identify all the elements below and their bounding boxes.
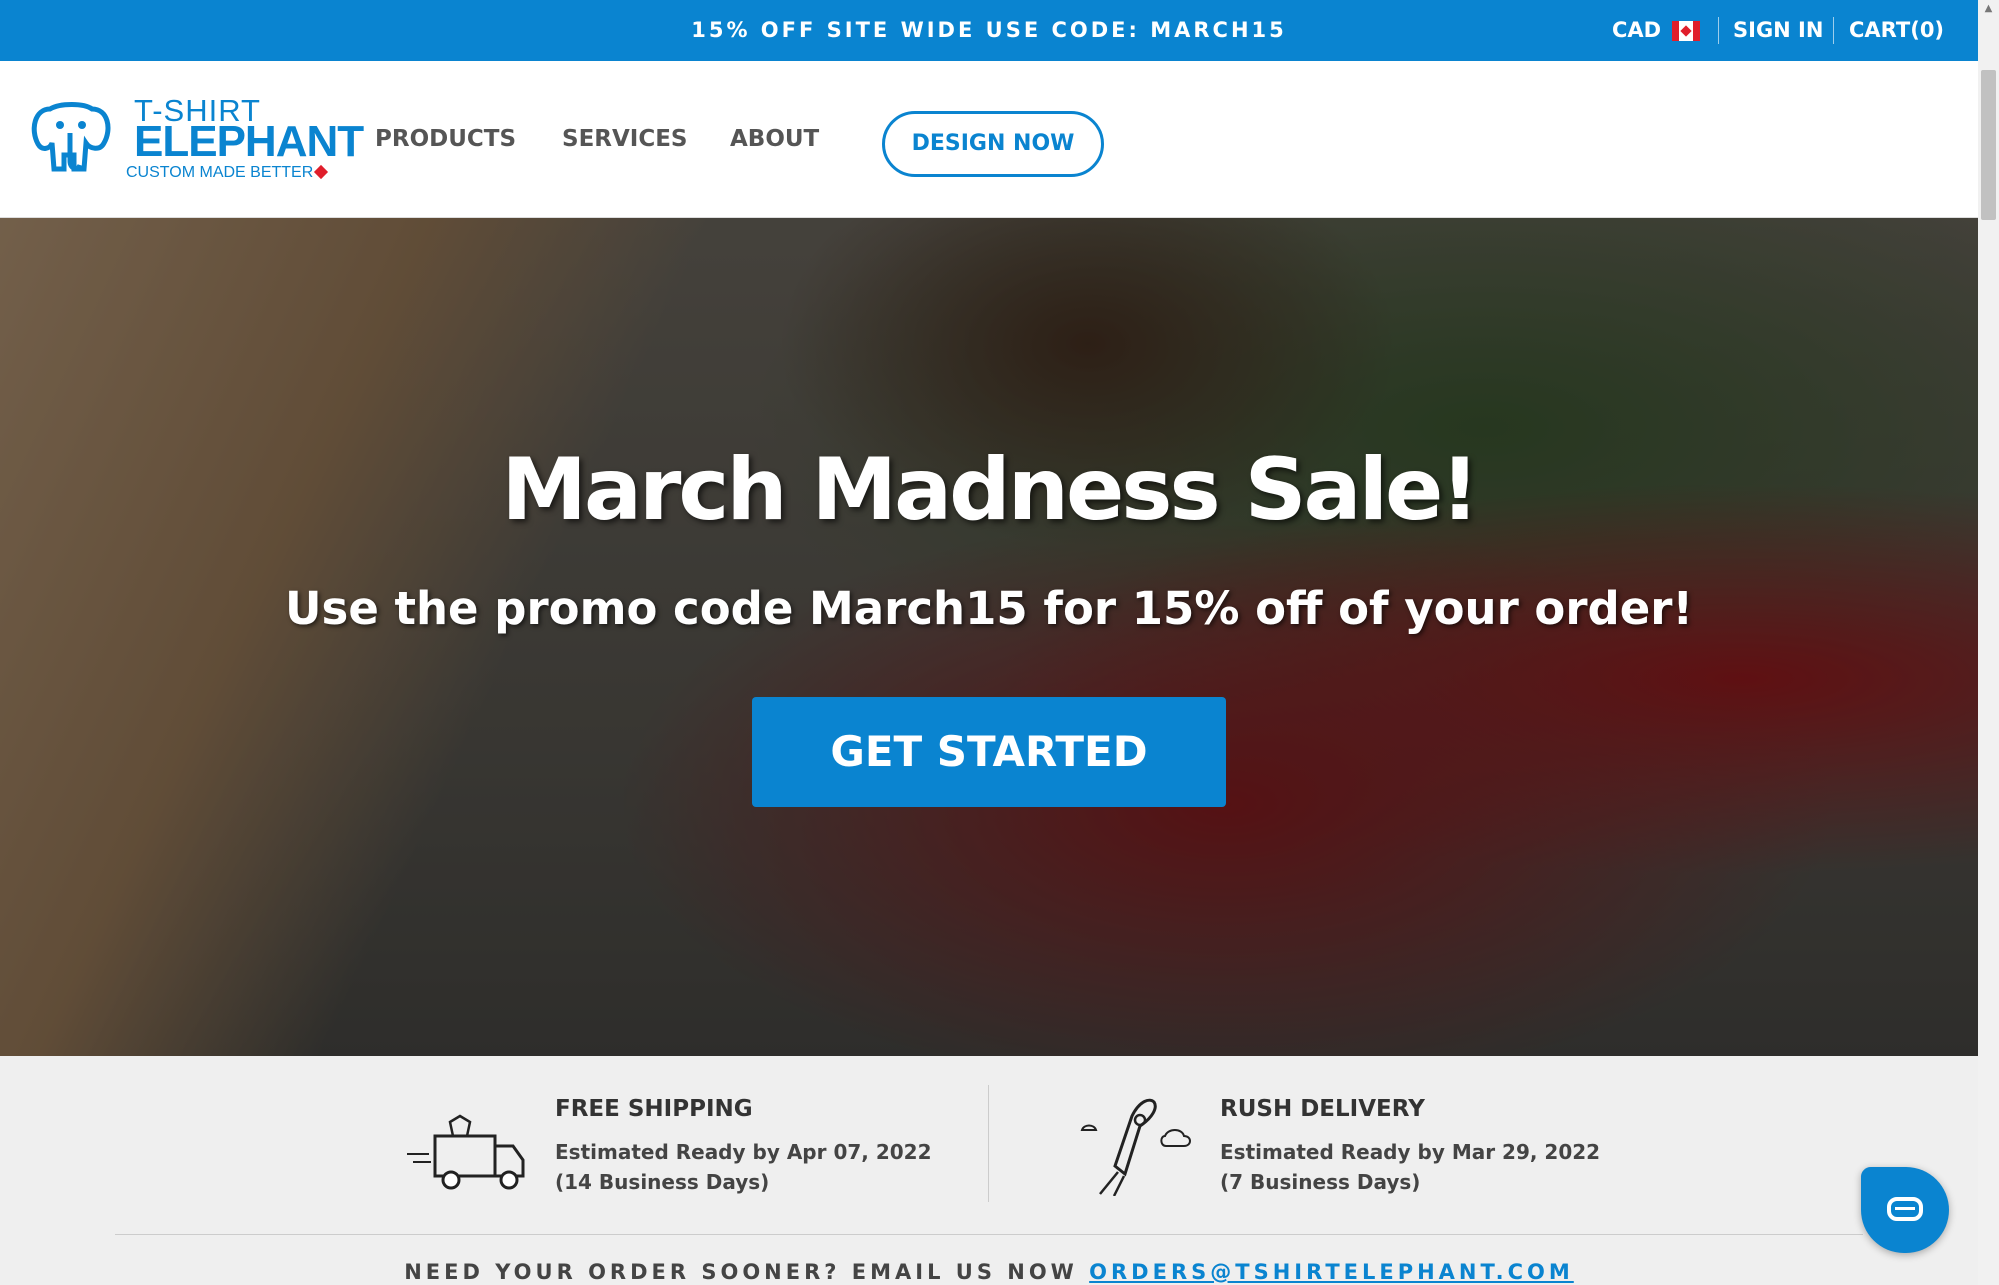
chat-icon-line (1895, 1207, 1915, 1210)
cart-link[interactable]: CART(0) (1849, 0, 1944, 61)
rush-delivery-date: Estimated Ready by Mar 29, 2022 (1220, 1140, 1601, 1164)
delivery-truck-icon (407, 1114, 525, 1190)
nav-products[interactable]: PRODUCTS (375, 61, 516, 218)
scroll-thumb[interactable] (1981, 70, 1996, 220)
design-now-button[interactable]: DESIGN NOW (882, 111, 1104, 177)
currency-selector[interactable]: CAD (1612, 0, 1661, 61)
hero-banner: March Madness Sale! Use the promo code M… (0, 218, 1978, 1056)
site-logo[interactable]: T-SHIRT ELEPHANT CUSTOM MADE BETTER (30, 93, 364, 187)
canada-flag-icon[interactable] (1672, 21, 1700, 41)
divider (988, 1085, 989, 1202)
divider (1718, 17, 1719, 44)
page: 15% OFF SITE WIDE USE CODE: MARCH15 CAD … (0, 0, 1999, 1285)
divider (1833, 17, 1834, 44)
chat-widget-button[interactable] (1861, 1167, 1949, 1253)
rush-delivery-title: RUSH DELIVERY (1220, 1096, 1425, 1122)
orders-email-link[interactable]: ORDERS@TSHIRTELEPHANT.COM (1089, 1260, 1574, 1284)
free-shipping-title: FREE SHIPPING (555, 1096, 753, 1122)
promo-bar: 15% OFF SITE WIDE USE CODE: MARCH15 CAD … (0, 0, 1978, 61)
hero-subtitle: Use the promo code March15 for 15% off o… (285, 582, 1693, 635)
scrollbar[interactable]: ▲ (1978, 0, 1999, 1285)
logo-tagline: CUSTOM MADE BETTER (126, 164, 314, 181)
free-shipping-date: Estimated Ready by Apr 07, 2022 (555, 1140, 932, 1164)
elephant-icon (31, 102, 111, 172)
free-shipping-days: (14 Business Days) (555, 1170, 770, 1194)
nav-about[interactable]: ABOUT (730, 61, 819, 218)
nav-services[interactable]: SERVICES (562, 61, 688, 218)
rush-delivery-days: (7 Business Days) (1220, 1170, 1421, 1194)
sooner-text: NEED YOUR ORDER SOONER? EMAIL US NOW (404, 1260, 1078, 1284)
hero-title: March Madness Sale! (501, 440, 1479, 540)
site-header: T-SHIRT ELEPHANT CUSTOM MADE BETTER PROD… (0, 61, 1978, 218)
rocket-icon (1080, 1098, 1191, 1196)
sooner-notice: NEED YOUR ORDER SOONER? EMAIL US NOW ORD… (0, 1260, 1978, 1284)
maple-leaf-icon (313, 164, 329, 180)
scroll-up-arrow-icon[interactable]: ▲ (1978, 0, 1999, 18)
get-started-button[interactable]: GET STARTED (752, 697, 1226, 807)
logo-text-elephant: ELEPHANT (134, 117, 364, 166)
section-divider (115, 1234, 1863, 1235)
sign-in-link[interactable]: SIGN IN (1733, 0, 1823, 61)
delivery-options: FREE SHIPPING Estimated Ready by Apr 07,… (0, 1056, 1978, 1285)
